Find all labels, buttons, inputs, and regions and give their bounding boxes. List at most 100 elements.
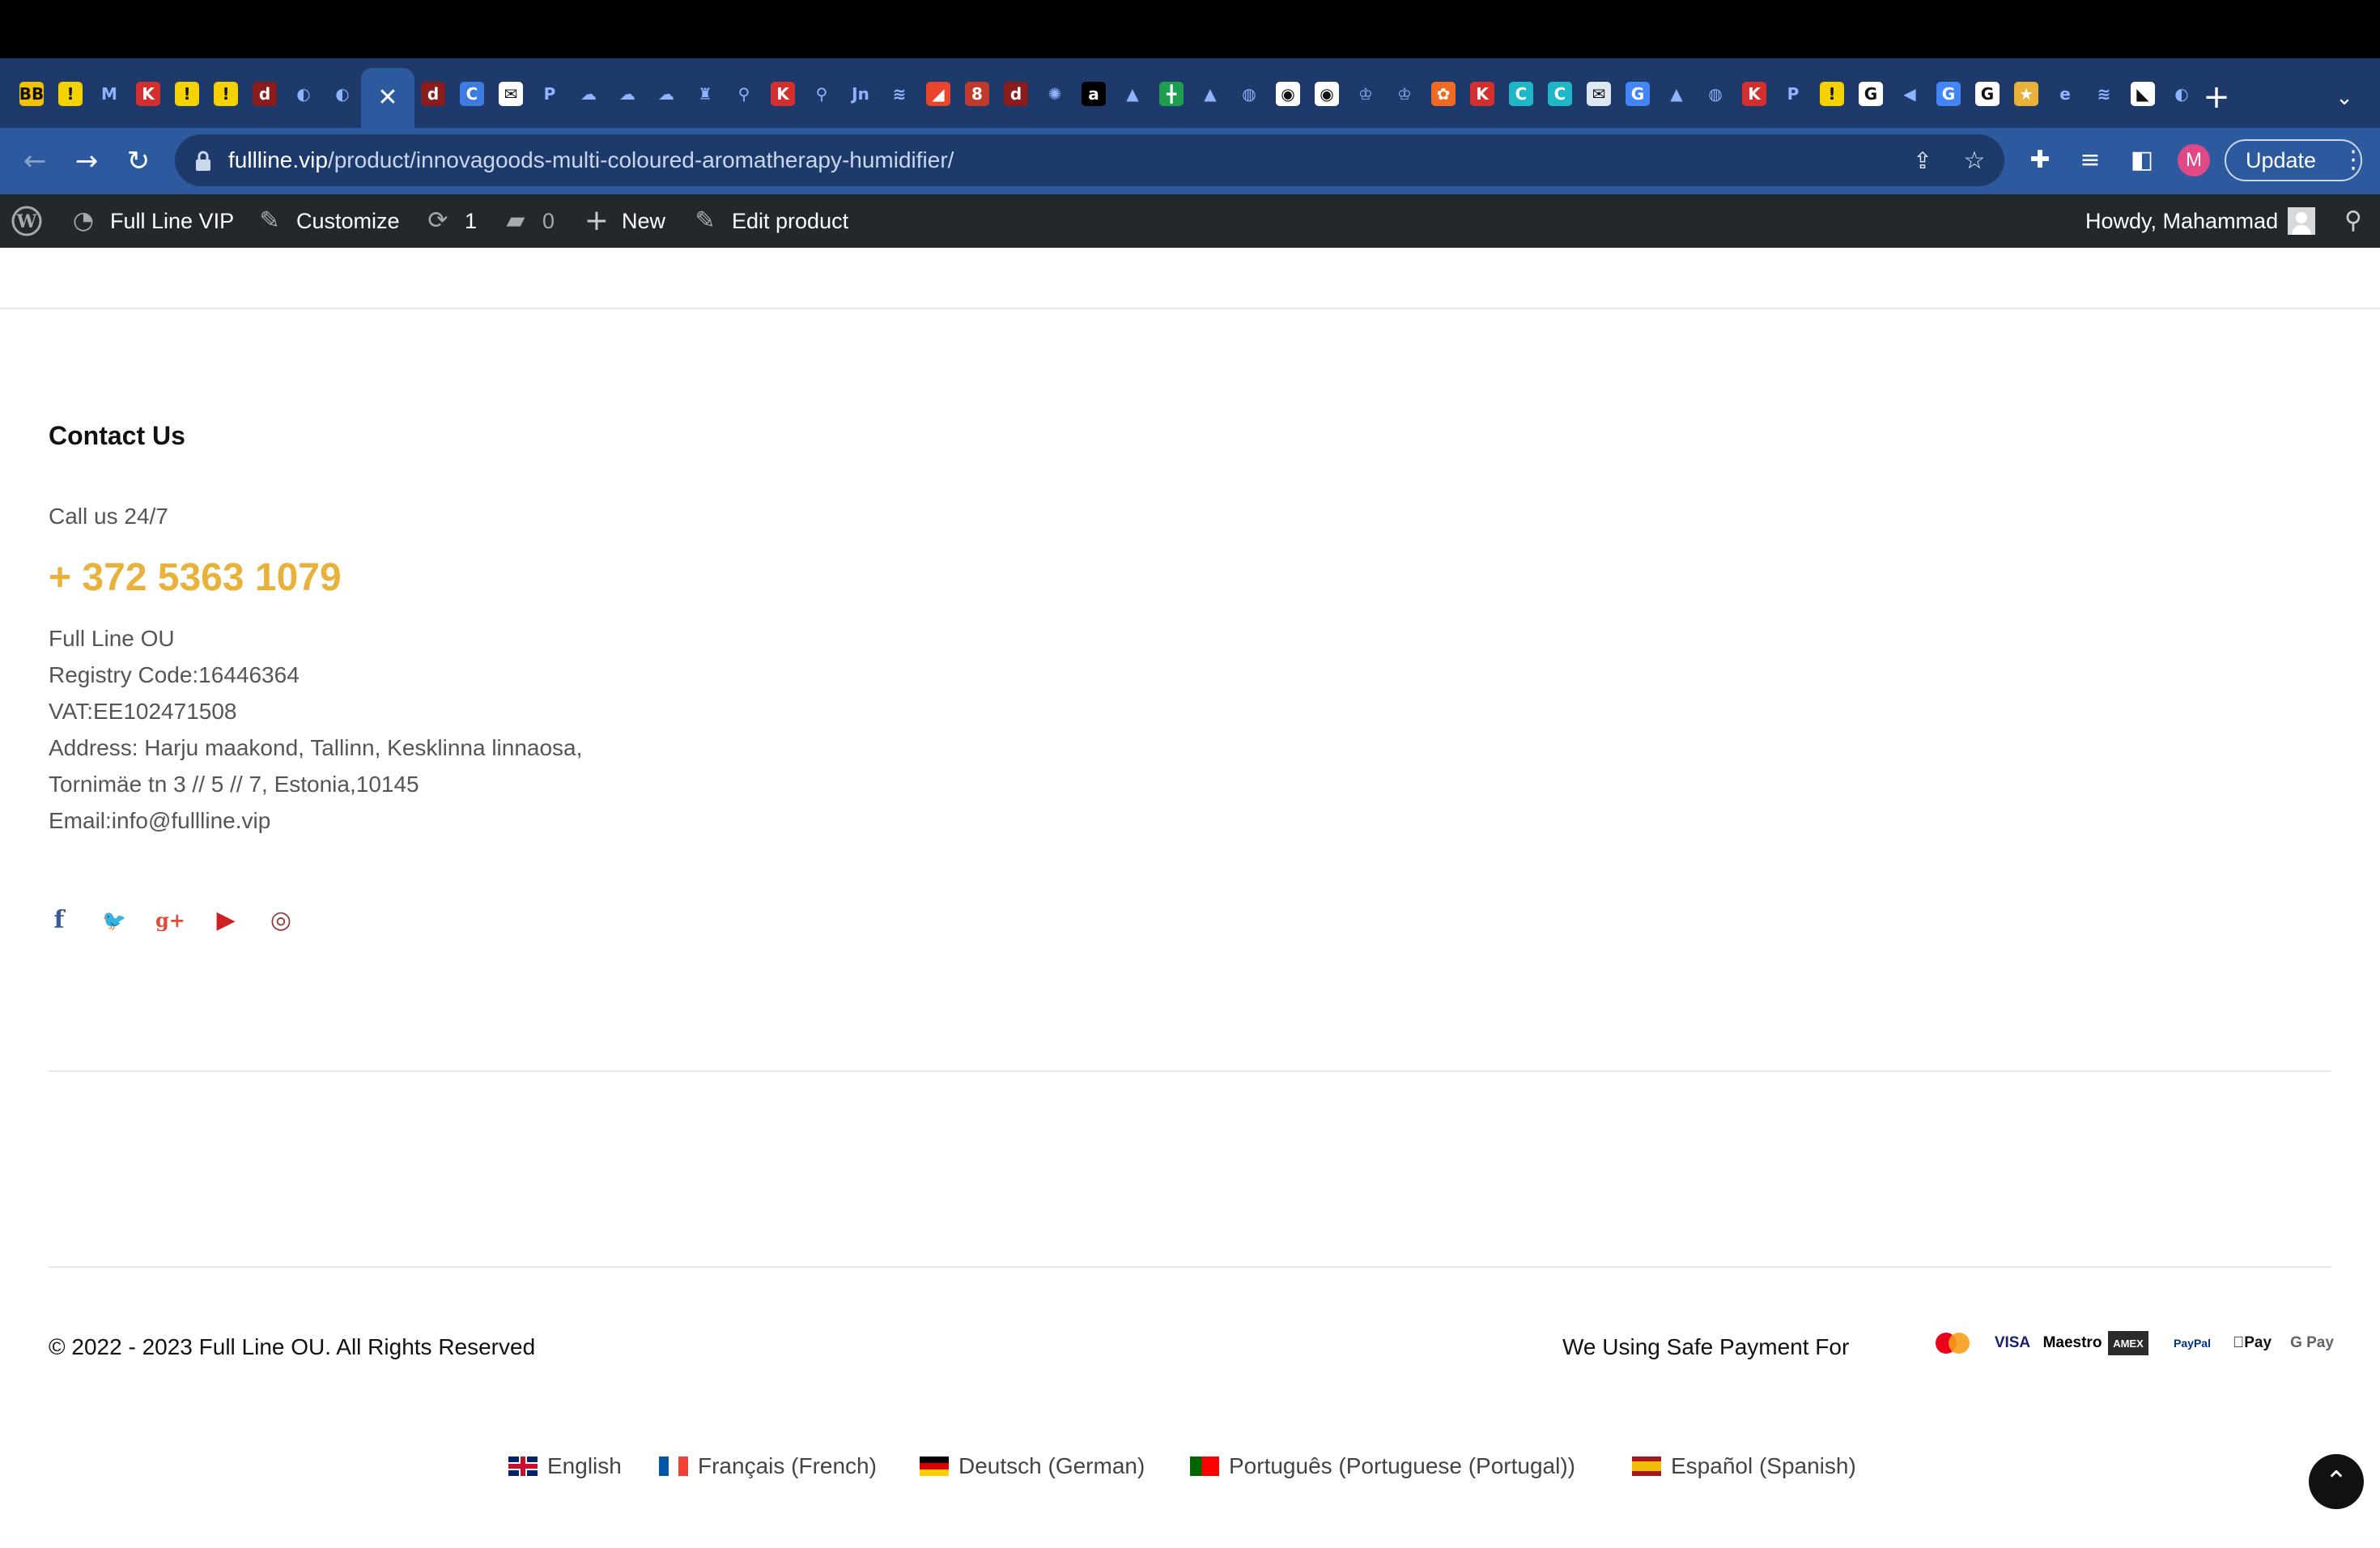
google-plus-icon[interactable]: g+	[155, 907, 185, 934]
o-favicon-icon[interactable]: ◉	[1315, 82, 1339, 106]
side-panel-icon[interactable]: ◧	[2126, 144, 2158, 176]
facebook-icon[interactable]: f	[45, 907, 73, 934]
red-k-favicon-icon[interactable]: K	[771, 82, 795, 106]
dog-favicon-icon[interactable]: ◣	[2131, 82, 2155, 106]
new-tab-button[interactable]: +	[2200, 81, 2233, 113]
new-link[interactable]: New	[622, 194, 665, 248]
c-favicon-icon[interactable]: C	[1509, 82, 1533, 106]
cloud-favicon-icon[interactable]: ☁	[576, 82, 601, 106]
site-name-link[interactable]: Full Line VIP	[110, 194, 234, 248]
howdy-user-link[interactable]: Howdy, Mahammad	[2085, 194, 2278, 248]
crown-favicon-icon[interactable]: ♔	[1392, 82, 1417, 106]
red-logo-favicon-icon[interactable]: d	[421, 82, 445, 106]
bookmark-star-icon[interactable]: ☆	[1959, 146, 1990, 176]
exclamation-favicon-icon[interactable]: !	[58, 82, 83, 106]
orange-favicon-icon[interactable]: ✿	[1431, 82, 1456, 106]
badge-8-favicon-icon[interactable]: 8	[965, 82, 989, 106]
exclamation-favicon-icon[interactable]: !	[214, 82, 238, 106]
connect-favicon-icon[interactable]: ⚲	[732, 82, 756, 106]
mail-favicon-icon[interactable]: ✉	[1587, 82, 1611, 106]
safe-payment-label: We Using Safe Payment For	[1562, 1334, 1850, 1359]
menu-kebab-icon[interactable]: ⋮	[2341, 139, 2365, 181]
red-logo-favicon-icon[interactable]: d	[1004, 82, 1028, 106]
cloud-favicon-icon[interactable]: ☁	[654, 82, 678, 106]
company-name: Full Line OU	[49, 626, 175, 651]
octopus-favicon-icon[interactable]: ✺	[1043, 82, 1067, 106]
red-leaf-favicon-icon[interactable]: ◢	[926, 82, 950, 106]
translate-favicon-icon[interactable]: G	[1626, 82, 1650, 106]
loading-favicon-icon[interactable]: ◐	[2170, 82, 2194, 106]
reading-list-icon[interactable]: ≡	[2074, 144, 2106, 176]
share-icon[interactable]: ⇪	[1907, 146, 1938, 176]
loading-favicon-icon[interactable]: ◐	[291, 82, 316, 106]
paypal-favicon-icon[interactable]: P	[1781, 82, 1805, 106]
red-k-favicon-icon[interactable]: K	[1742, 82, 1766, 106]
person-favicon-icon[interactable]: ★	[2014, 82, 2038, 106]
gmail-favicon-icon[interactable]: M	[97, 82, 121, 106]
language-option-uk[interactable]: English	[508, 1451, 622, 1482]
wordpress-logo-icon[interactable]: W	[11, 206, 42, 236]
language-option-de[interactable]: Deutsch (German)	[920, 1451, 1145, 1482]
drive-favicon-icon[interactable]: ▲	[1198, 82, 1222, 106]
loading-favicon-icon[interactable]: ◐	[330, 82, 355, 106]
profile-avatar[interactable]: M	[2178, 144, 2210, 176]
new-plus-icon[interactable]: +	[581, 206, 612, 236]
youtube-icon[interactable]: ▶	[212, 907, 240, 934]
red-k-favicon-icon[interactable]: K	[1470, 82, 1494, 106]
back-arrow-icon[interactable]: ←	[16, 142, 53, 180]
language-option-fr[interactable]: Français (French)	[659, 1451, 877, 1482]
exclamation-favicon-icon[interactable]: !	[175, 82, 199, 106]
red-logo-favicon-icon[interactable]: d	[253, 82, 277, 106]
close-tab-icon[interactable]: ✕	[374, 84, 402, 112]
comments-bubble-icon[interactable]: ▰	[500, 206, 531, 236]
twitter-icon[interactable]: 🐦	[100, 907, 128, 934]
figure-favicon-icon[interactable]: ♜	[693, 82, 717, 106]
sheets-favicon-icon[interactable]: ╋	[1159, 82, 1184, 106]
url-text[interactable]: fullline.vip/product/innovagoods-multi-c…	[228, 144, 954, 176]
updates-icon[interactable]: ⟳	[423, 206, 453, 236]
tab-search-chevron-icon[interactable]: ⌄	[2328, 84, 2361, 112]
red-k-favicon-icon[interactable]: K	[136, 82, 160, 106]
edit-pencil-icon[interactable]: ✎	[690, 206, 720, 236]
google-favicon-icon[interactable]: G	[1859, 82, 1883, 106]
a-favicon-icon[interactable]: a	[1082, 82, 1106, 106]
speaker-favicon-icon[interactable]: ◀	[1898, 82, 1922, 106]
search-icon[interactable]: ⚲	[2338, 206, 2369, 236]
c-favicon-icon[interactable]: C	[1548, 82, 1572, 106]
customize-link[interactable]: Customize	[296, 194, 400, 248]
google-favicon-icon[interactable]: G	[1975, 82, 2000, 106]
layers-favicon-icon[interactable]: ≋	[2092, 82, 2116, 106]
crown-favicon-icon[interactable]: ♔	[1354, 82, 1378, 106]
language-option-es[interactable]: Español (Spanish)	[1632, 1451, 1856, 1482]
language-option-pt[interactable]: Português (Portuguese (Portugal))	[1190, 1451, 1575, 1482]
drive-favicon-icon[interactable]: ▲	[1664, 82, 1689, 106]
c-circle-favicon-icon[interactable]: C	[460, 82, 484, 106]
layers-favicon-icon[interactable]: ≋	[887, 82, 912, 106]
reload-icon[interactable]: ↻	[120, 142, 157, 180]
edit-product-link[interactable]: Edit product	[732, 194, 848, 248]
mail-favicon-icon[interactable]: ✉	[499, 82, 523, 106]
email[interactable]: Email:info@fullline.vip	[49, 802, 582, 839]
customize-brush-icon[interactable]: ✎	[254, 206, 285, 236]
phone-number[interactable]: + 372 5363 1079	[49, 555, 342, 600]
dashboard-gauge-icon[interactable]: ◔	[68, 206, 99, 236]
globe-favicon-icon[interactable]: ◍	[1703, 82, 1728, 106]
comments-count[interactable]: 0	[542, 194, 555, 248]
e-favicon-icon[interactable]: e	[2053, 82, 2077, 106]
connect-favicon-icon[interactable]: ⚲	[810, 82, 834, 106]
o-favicon-icon[interactable]: ◉	[1276, 82, 1300, 106]
drive-favicon-icon[interactable]: ▲	[1120, 82, 1145, 106]
translate-favicon-icon[interactable]: G	[1936, 82, 1961, 106]
exclamation-favicon-icon[interactable]: !	[1820, 82, 1844, 106]
cloud-favicon-icon[interactable]: ☁	[615, 82, 640, 106]
updates-count[interactable]: 1	[465, 194, 477, 248]
user-avatar[interactable]	[2288, 207, 2315, 235]
back-to-top-button[interactable]: ⌃	[2309, 1454, 2364, 1509]
bigbuy-favicon-icon[interactable]: BB	[19, 82, 44, 106]
p-favicon-icon[interactable]: P	[538, 82, 562, 106]
globe-favicon-icon[interactable]: ◍	[1237, 82, 1261, 106]
extensions-puzzle-icon[interactable]: ✚	[2024, 144, 2056, 176]
instagram-icon[interactable]: ◎	[267, 907, 295, 934]
forward-arrow-icon[interactable]: →	[68, 142, 105, 180]
jn-favicon-icon[interactable]: Jn	[848, 82, 873, 106]
